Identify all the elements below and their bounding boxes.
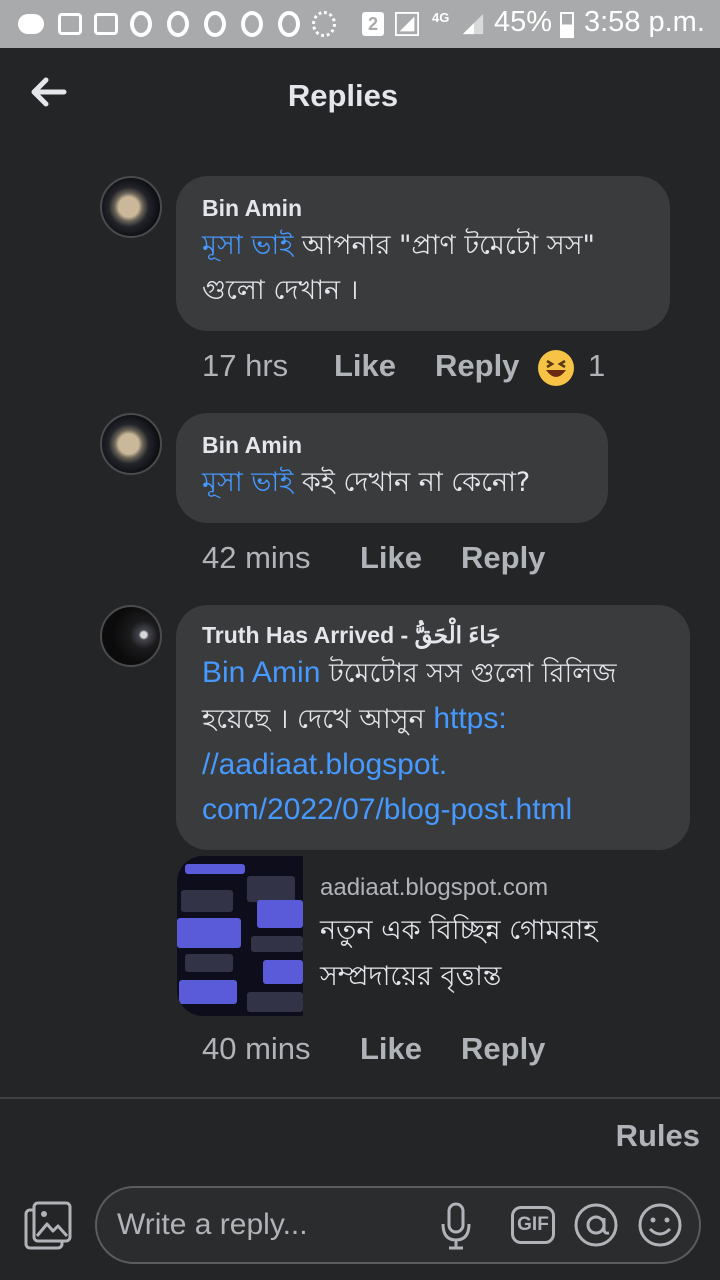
reply-box[interactable]: GIF bbox=[95, 1186, 701, 1264]
comment-text: হয়েছে । দেখে আসুন https: bbox=[202, 702, 507, 735]
reply-input[interactable] bbox=[117, 1188, 437, 1262]
link-preview-domain[interactable]: aadiaat.blogspot.com bbox=[320, 874, 548, 902]
notification-icon bbox=[241, 11, 263, 37]
notification-icon bbox=[167, 11, 189, 37]
reaction-count[interactable]: 1 bbox=[588, 348, 605, 384]
recycle-icon bbox=[94, 13, 118, 35]
mobile-signal-icon bbox=[462, 13, 484, 35]
mention-link[interactable]: মূসা ভাই bbox=[202, 467, 293, 498]
photo-icon[interactable] bbox=[22, 1200, 74, 1252]
emoji-icon[interactable] bbox=[637, 1202, 683, 1248]
avatar[interactable] bbox=[100, 176, 162, 238]
reply-button[interactable]: Reply bbox=[461, 540, 545, 576]
status-bar: 2 4G 45% 3:58 p.m. bbox=[0, 0, 720, 48]
url-link[interactable]: com/2022/07/blog-post.html bbox=[202, 787, 664, 832]
clock: 3:58 p.m. bbox=[584, 6, 705, 38]
comment-text: Bin Amin টমেটোর সস গুলো রিলিজ bbox=[202, 656, 617, 689]
page-title: Replies bbox=[287, 78, 399, 113]
mention-link[interactable]: মূসা ভাই bbox=[202, 230, 293, 261]
avatar[interactable] bbox=[100, 413, 162, 475]
rules-link[interactable]: Rules bbox=[616, 1118, 700, 1154]
comment-text: মূসা ভাই কই দেখান না কেনো? bbox=[202, 467, 531, 498]
reply-button[interactable]: Reply bbox=[435, 348, 519, 384]
battery-icon bbox=[560, 12, 574, 38]
sim-badge: 2 bbox=[362, 12, 384, 36]
comment-time: 40 mins bbox=[202, 1031, 311, 1066]
network-type: 4G bbox=[432, 10, 450, 25]
sync-icon bbox=[312, 11, 336, 37]
link-preview-image[interactable] bbox=[177, 856, 303, 1016]
divider bbox=[0, 1097, 720, 1099]
avatar[interactable] bbox=[100, 605, 162, 667]
notification-icon bbox=[204, 11, 226, 37]
comment-author[interactable]: Bin Amin bbox=[202, 193, 644, 223]
messages-icon bbox=[18, 14, 44, 34]
like-button[interactable]: Like bbox=[360, 540, 422, 576]
like-button[interactable]: Like bbox=[360, 1031, 422, 1067]
notification-icon bbox=[278, 11, 300, 37]
mention-icon[interactable] bbox=[573, 1202, 619, 1248]
reply-button[interactable]: Reply bbox=[461, 1031, 545, 1067]
notification-icon bbox=[130, 11, 152, 37]
laughing-emoji-icon[interactable] bbox=[538, 350, 574, 386]
comment-time: 42 mins bbox=[202, 540, 311, 575]
url-link[interactable]: https: bbox=[433, 702, 506, 735]
gallery-icon bbox=[58, 13, 82, 35]
gif-button[interactable]: GIF bbox=[511, 1206, 555, 1244]
mention-link[interactable]: Bin Amin bbox=[202, 656, 320, 689]
url-link[interactable]: //aadiaat.blogspot. bbox=[202, 742, 664, 787]
comment-author[interactable]: Bin Amin bbox=[202, 430, 582, 460]
comment-text: গুলো দেখান । bbox=[202, 275, 359, 306]
comment-text: মূসা ভাই আপনার "প্রাণ টমেটো সস" bbox=[202, 230, 595, 261]
signal-icon bbox=[395, 12, 419, 36]
microphone-icon[interactable] bbox=[439, 1202, 473, 1250]
comment-time: 17 hrs bbox=[202, 348, 289, 383]
comment-bubble[interactable]: Bin Amin মূসা ভাই আপনার "প্রাণ টমেটো সস"… bbox=[176, 176, 670, 331]
comment-bubble[interactable]: Bin Amin মূসা ভাই কই দেখান না কেনো? bbox=[176, 413, 608, 523]
battery-percent: 45% bbox=[494, 6, 553, 38]
like-button[interactable]: Like bbox=[334, 348, 396, 384]
comment-author[interactable]: Truth Has Arrived - جَاءَ الْحَقُّ bbox=[202, 620, 664, 650]
comment-bubble[interactable]: Truth Has Arrived - جَاءَ الْحَقُّ Bin A… bbox=[176, 605, 690, 850]
link-preview-title[interactable]: নতুন এক বিচ্ছিন্ন গোমরাহ সম্প্রদায়ের বৃ… bbox=[320, 908, 597, 1000]
